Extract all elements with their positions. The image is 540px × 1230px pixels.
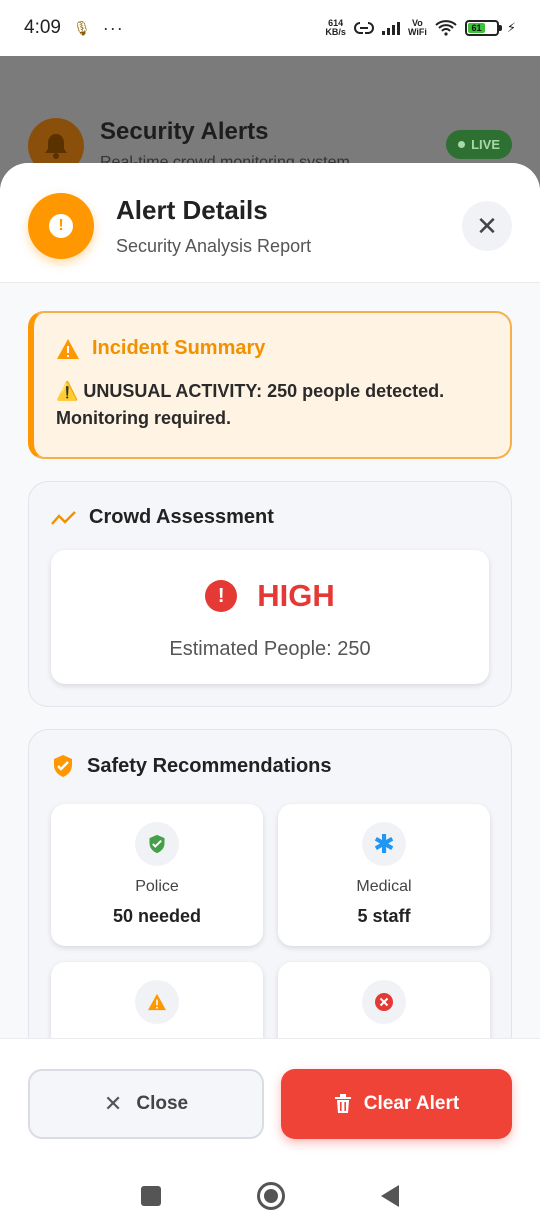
- live-dot-icon: [458, 141, 466, 148]
- system-navigation-bar: [0, 1162, 540, 1230]
- recommendation-label: Police: [135, 878, 179, 895]
- status-time: 4:09: [24, 17, 61, 38]
- recommendation-police: Police 50 needed: [51, 804, 263, 946]
- trending-icon: [51, 510, 76, 525]
- crowd-assessment-title: Crowd Assessment: [89, 506, 274, 528]
- safety-recommendations-title: Safety Recommendations: [87, 754, 332, 777]
- error-icon: !: [205, 580, 238, 612]
- cell-signal-icon: [381, 21, 400, 35]
- cancel-icon: [362, 980, 406, 1024]
- home-button[interactable]: [257, 1182, 285, 1210]
- more-notifications-icon: ···: [102, 17, 124, 38]
- shield-check-icon: [54, 755, 72, 777]
- alert-details-sheet: ! Alert Details Security Analysis Report…: [0, 163, 540, 1230]
- incident-message: ⚠️ UNUSUAL ACTIVITY: 250 people detected…: [56, 381, 445, 428]
- asterisk-icon: ✱: [362, 822, 406, 866]
- network-speed: 614 KB/s: [325, 18, 346, 37]
- vowifi-icon: Vo WiFi: [407, 18, 427, 37]
- recommendation-medical: ✱ Medical 5 staff: [278, 804, 490, 946]
- charging-icon: ⚡: [506, 20, 516, 35]
- sheet-subtitle: Security Analysis Report: [116, 236, 312, 256]
- recents-button[interactable]: [141, 1186, 161, 1206]
- shield-check-icon: [135, 822, 179, 866]
- warning-icon: [135, 980, 179, 1024]
- close-icon-button[interactable]: ✕: [462, 201, 512, 251]
- close-button[interactable]: ✕ Close: [28, 1069, 264, 1139]
- crowd-level-panel: ! HIGH Estimated People: 250: [51, 550, 489, 684]
- recommendation-label: Medical: [356, 878, 412, 895]
- microphone-icon: 🎙: [72, 19, 91, 36]
- alert-icon: !: [28, 193, 94, 259]
- trash-icon: [334, 1094, 351, 1113]
- live-badge: LIVE: [446, 130, 512, 159]
- sheet-header: ! Alert Details Security Analysis Report…: [0, 163, 540, 283]
- back-button[interactable]: [381, 1185, 399, 1207]
- status-bar: 4:09 🎙 ··· 614 KB/s Vo WiFi 61 ⚡: [0, 0, 540, 56]
- link-icon: [354, 22, 374, 34]
- wifi-icon: [435, 20, 457, 36]
- crowd-level: HIGH: [257, 578, 335, 613]
- sheet-title: Alert Details: [116, 195, 268, 225]
- recommendation-value: 50 needed: [112, 906, 202, 926]
- battery-icon: 61: [464, 20, 502, 36]
- crowd-assessment-card: Crowd Assessment ! HIGH Estimated People…: [28, 481, 512, 707]
- close-icon: ✕: [103, 1091, 123, 1116]
- incident-summary-title: Incident Summary: [92, 337, 266, 359]
- warning-icon: [57, 338, 79, 359]
- incident-summary-card: Incident Summary ⚠️ UNUSUAL ACTIVITY: 25…: [28, 311, 512, 459]
- clear-alert-button[interactable]: Clear Alert: [281, 1069, 512, 1139]
- estimated-people: Estimated People: 250: [169, 638, 371, 660]
- background-title: Security Alerts: [100, 118, 269, 145]
- recommendation-value: 5 staff: [357, 906, 411, 926]
